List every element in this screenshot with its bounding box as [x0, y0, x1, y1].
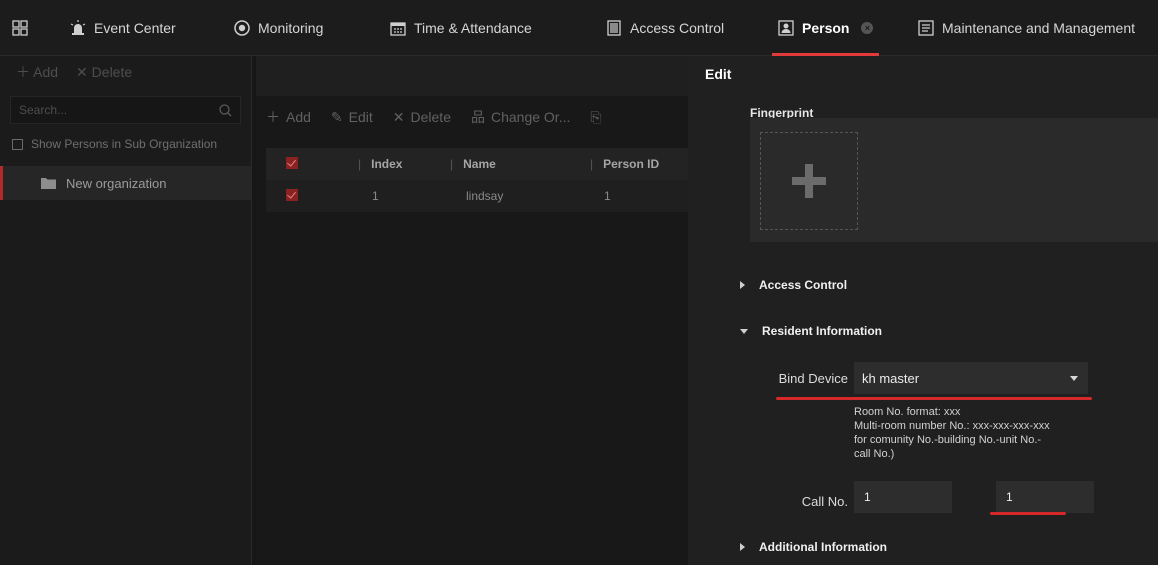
org-chart-icon: 品	[470, 109, 485, 125]
column-header-person-id[interactable]: | Person ID	[590, 157, 688, 171]
x-icon: ✕	[392, 108, 405, 125]
delete-person-button[interactable]: ✕ Delete	[393, 109, 451, 126]
organization-name: New organization	[66, 175, 167, 191]
nav-tab-label: Monitoring	[258, 20, 324, 36]
call-no-input-1[interactable]: 1	[854, 481, 952, 513]
organization-tree-item[interactable]: New organization	[0, 166, 251, 200]
nav-tab-event-center[interactable]: Event Center	[70, 0, 176, 56]
collapse-arrow-icon	[740, 328, 748, 334]
annotation-underline	[990, 512, 1066, 515]
folder-icon	[41, 178, 56, 189]
nav-tab-label: Access Control	[630, 20, 725, 36]
show-sub-organization-checkbox[interactable]: Show Persons in Sub Organization	[0, 130, 251, 158]
panel-header	[256, 56, 688, 96]
checkbox-label: Show Persons in Sub Organization	[31, 137, 218, 151]
table-row[interactable]: 1 lindsay 1	[266, 180, 688, 212]
plus-icon	[792, 164, 826, 198]
sidebar-toolbar: ＋ Add ✕ Delete	[0, 56, 251, 88]
door-icon	[607, 20, 621, 36]
organization-search-input[interactable]: Search...	[10, 96, 241, 124]
plus-icon: ＋	[266, 109, 280, 125]
person-table: | Index | Name | Person ID 1 lindsay 1	[266, 148, 688, 212]
alarm-light-icon	[70, 20, 86, 35]
settings-list-icon	[918, 20, 934, 36]
room-number-hint: Room No. format: xxx Multi-room number N…	[854, 406, 1050, 460]
nav-tab-maintenance-management[interactable]: Maintenance and Management	[918, 0, 1135, 56]
section-access-control[interactable]: Access Control	[740, 278, 847, 292]
nav-tab-person[interactable]: Person ×	[771, 0, 880, 56]
call-no-label: Call No.	[801, 494, 848, 509]
call-no-input-2[interactable]: 1	[996, 481, 1094, 513]
bind-device-select[interactable]: kh master	[854, 362, 1088, 394]
row-checkbox-cell[interactable]	[266, 188, 358, 204]
column-header-name[interactable]: | Name	[450, 157, 590, 171]
nav-tab-label: Maintenance and Management	[942, 20, 1136, 36]
expand-arrow-icon	[740, 543, 745, 551]
plus-icon: ＋	[16, 64, 30, 80]
nav-tab-time-attendance[interactable]: Time & Attendance	[390, 0, 532, 56]
add-organization-button[interactable]: ＋ Add	[16, 62, 58, 82]
more-toolbar-icon[interactable]: ⎘	[590, 109, 601, 126]
expand-arrow-icon	[740, 281, 745, 289]
organization-sidebar: ＋ Add ✕ Delete Search... Show Persons in…	[0, 56, 252, 565]
person-card-icon	[778, 20, 794, 36]
nav-tab-label: Time & Attendance	[414, 20, 532, 36]
nav-tab-monitoring[interactable]: Monitoring	[234, 0, 323, 56]
camera-lens-icon	[234, 20, 250, 36]
nav-tab-access-control[interactable]: Access Control	[606, 0, 724, 56]
select-all-checkbox-cell[interactable]	[266, 156, 358, 172]
add-fingerprint-button[interactable]	[760, 132, 858, 230]
edit-person-panel: Edit Fingerprint Access Control Resident…	[688, 56, 1158, 565]
annotation-underline	[776, 397, 1092, 400]
cell-person-id: 1	[604, 189, 611, 203]
edit-person-button[interactable]: ✎ Edit	[331, 109, 373, 126]
x-icon: ✕	[76, 63, 88, 80]
select-all-checkbox[interactable]	[286, 156, 298, 169]
top-navigation-bar: Event Center Monitoring Time & Attendanc…	[0, 0, 1158, 56]
delete-organization-button[interactable]: ✕ Delete	[76, 64, 132, 81]
section-resident-information[interactable]: Resident Information	[740, 324, 882, 338]
person-list-panel: ＋ Add ✎ Edit ✕ Delete 品 Change Or... ⎘ | Inde…	[256, 56, 688, 565]
bind-device-label: Bind Device	[778, 371, 848, 386]
close-tab-icon[interactable]: ×	[861, 22, 874, 34]
nav-tab-label: Person	[802, 20, 850, 36]
table-header-row: | Index | Name | Person ID	[266, 148, 688, 180]
cell-index: 1	[372, 189, 379, 203]
change-organization-button[interactable]: 品 Change Or...	[471, 107, 570, 127]
bind-device-value: kh master	[862, 370, 920, 386]
cell-name: lindsay	[466, 189, 504, 203]
chevron-down-icon	[1070, 375, 1078, 381]
edit-icon: ✎	[330, 108, 343, 125]
nav-tab-label: Event Center	[94, 20, 176, 36]
row-checkbox[interactable]	[286, 188, 298, 201]
checkbox-box[interactable]	[12, 138, 23, 150]
search-icon[interactable]	[219, 103, 232, 117]
section-additional-information[interactable]: Additional Information	[740, 540, 887, 554]
app-grid-icon[interactable]	[12, 0, 28, 56]
column-header-index[interactable]: | Index	[358, 157, 450, 171]
person-toolbar: ＋ Add ✎ Edit ✕ Delete 品 Change Or... ⎘	[256, 96, 688, 138]
edit-panel-title: Edit	[705, 66, 732, 82]
add-person-button[interactable]: ＋ Add	[266, 107, 311, 127]
search-placeholder: Search...	[19, 103, 68, 117]
calendar-icon	[390, 22, 406, 36]
